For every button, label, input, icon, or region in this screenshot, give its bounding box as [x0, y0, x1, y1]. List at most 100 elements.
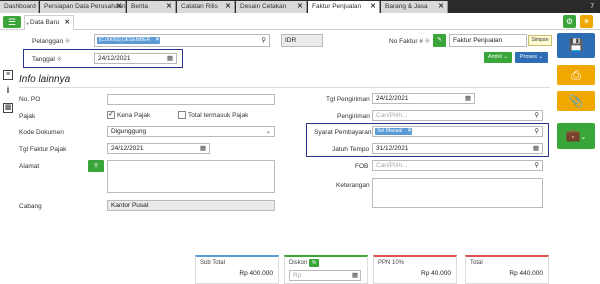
kode-dokumen-select[interactable]: Digunggung ⌄ — [107, 126, 275, 137]
nofaktur-label: No Faktur # ※ — [389, 38, 431, 45]
pengiriman-field[interactable]: Cari/Pilih... ⚲ — [372, 110, 543, 121]
calendar-icon[interactable]: ▦ — [167, 54, 173, 63]
section-title: Info lainnya — [19, 74, 71, 85]
kena-pajak-checkbox[interactable]: ✓ — [107, 111, 115, 119]
close-icon[interactable]: ✕ — [225, 1, 231, 13]
alamat-map-button[interactable]: ⚲ — [88, 160, 104, 172]
nopo-label: No. PO — [19, 96, 41, 103]
total-label: Total — [470, 260, 483, 266]
remove-chip-icon[interactable]: × — [156, 37, 160, 44]
tab-label: Faktur Penjualan — [312, 3, 362, 10]
chevron-down-icon: ⌄ — [503, 54, 508, 60]
syarat-pembayaran-label: Syarat Pembayaran — [314, 129, 372, 136]
fob-field[interactable]: Cari/Pilih... ⚲ — [372, 160, 543, 171]
tab-barang-jasa[interactable]: Barang & Jasa ✕ — [381, 1, 448, 13]
document-icon[interactable]: ▩ — [3, 103, 13, 113]
search-icon[interactable]: ⚲ — [534, 111, 539, 120]
ambil-button[interactable]: Ambil ⌄ — [484, 52, 512, 63]
pelanggan-chip: [C.00001] DESEMBER × — [97, 37, 161, 44]
tab-label: Catatan Rilis — [181, 3, 218, 10]
chevron-down-icon: ⌄ — [265, 128, 271, 135]
pencil-icon: ✎ — [437, 37, 442, 43]
diskon-percent-toggle[interactable]: % — [309, 259, 319, 267]
tgl-pengiriman-field[interactable]: 24/12/2021 ▦ — [372, 93, 475, 104]
ppn-label: PPN 10% — [378, 260, 405, 266]
tab-label: Dashboard — [4, 3, 36, 10]
tab-label: Barang & Jasa — [385, 3, 428, 10]
close-icon[interactable]: ✕ — [166, 1, 172, 13]
cabang-label: Cabang — [19, 203, 42, 210]
attach-icon: 📎 — [568, 94, 584, 108]
ppn-box: PPN 10% Rp 40.000 — [373, 255, 457, 284]
keterangan-label: Keterangan — [336, 182, 370, 189]
ppn-value: Rp 40.000 — [421, 270, 451, 277]
list-icon[interactable]: ≡ — [3, 70, 13, 80]
search-icon[interactable]: ⚲ — [534, 161, 539, 170]
alamat-label: Alamat — [19, 163, 40, 170]
settings-button[interactable]: ⚙ — [563, 15, 576, 28]
tab-faktur-penjualan[interactable]: Faktur Penjualan ✕ — [308, 1, 380, 13]
syarat-chip: Set Manual × — [375, 128, 413, 135]
diskon-label: Diskon — [289, 260, 308, 266]
pelanggan-field[interactable]: [C.00001] DESEMBER × ⚲ — [94, 34, 270, 47]
info-icon[interactable]: i — [3, 86, 13, 96]
search-icon[interactable]: ⚲ — [534, 127, 539, 136]
proses-button[interactable]: Proses ⌄ — [515, 52, 548, 63]
save-icon: 💾 — [568, 38, 584, 52]
tab-persiapan-data[interactable]: Persiapan Data Perusahaan ✕ — [40, 1, 126, 13]
dirty-indicator-icon: ● — [26, 21, 30, 27]
calendar-icon[interactable]: ▦ — [533, 144, 539, 153]
remove-chip-icon[interactable]: × — [408, 128, 412, 135]
attach-button[interactable]: 📎 — [557, 91, 595, 111]
tgl-faktur-pajak-field[interactable]: 24/12/2021 ▦ — [107, 143, 210, 154]
nopo-field[interactable] — [107, 94, 275, 105]
search-icon[interactable]: ⚲ — [261, 36, 266, 45]
tab-label: Desain Cetakan — [240, 3, 287, 10]
close-icon[interactable]: ✕ — [65, 16, 70, 30]
syarat-pembayaran-field[interactable]: Set Manual × ⚲ — [372, 126, 543, 137]
tanggal-label: Tanggal ※ — [32, 56, 63, 63]
close-icon[interactable]: ✕ — [370, 1, 376, 13]
bulb-icon: ☀ — [582, 17, 591, 26]
subtab-label: Data Baru — [30, 19, 60, 26]
edit-nofaktur-button[interactable]: ✎ — [433, 34, 446, 47]
close-icon[interactable]: ✕ — [297, 1, 303, 13]
chevron-down-icon: ⌄ — [538, 54, 544, 60]
tanggal-field[interactable]: 24/12/2021 ▦ — [94, 53, 177, 64]
calendar-icon[interactable]: ▦ — [465, 94, 471, 103]
tab-catatan-rilis[interactable]: Catatan Rilis ✕ — [177, 1, 235, 13]
tab-desain-cetakan[interactable]: Desain Cetakan ✕ — [236, 1, 307, 13]
diskon-box: Diskon % Rp ▦ — [284, 255, 368, 284]
print-button[interactable]: ⎙ — [557, 65, 595, 85]
save-button[interactable]: 💾 — [557, 33, 595, 58]
tab-berita[interactable]: Berita ✕ — [127, 1, 176, 13]
total-pajak-checkbox[interactable] — [178, 111, 186, 119]
pengiriman-label: Pengiriman — [337, 113, 370, 120]
diskon-input[interactable]: Rp ▦ — [289, 270, 361, 281]
pajak-label: Pajak — [19, 113, 36, 120]
calculator-icon[interactable]: ▦ — [352, 271, 358, 280]
tab-label: Berita — [131, 3, 148, 10]
jatuh-tempo-field[interactable]: 31/12/2021 ▦ — [372, 143, 543, 154]
gear-icon: ⚙ — [565, 17, 574, 26]
subtotal-value: Rp 400.000 — [239, 270, 273, 277]
total-pajak-label: Total termasuk Pajak — [188, 112, 249, 119]
calendar-icon[interactable]: ▦ — [200, 144, 206, 153]
subtotal-box: Sub Total Rp 400.000 — [195, 255, 279, 284]
menu-button[interactable]: ☰ — [3, 16, 21, 28]
document-tab-bar — [0, 13, 600, 30]
tab-dashboard[interactable]: Dashboard — [0, 1, 39, 13]
keterangan-textarea[interactable] — [372, 178, 543, 208]
nofaktur-field[interactable]: Faktur Penjualan — [449, 34, 527, 47]
alamat-textarea[interactable] — [107, 160, 275, 193]
subtab-data-baru[interactable]: ● Data Baru ✕ — [24, 15, 74, 30]
pelanggan-label: Pelanggan ※ — [32, 38, 71, 45]
close-icon[interactable]: ✕ — [116, 1, 122, 13]
more-actions-button[interactable]: 💼⌄ — [557, 123, 595, 149]
divider — [19, 87, 550, 88]
close-icon[interactable]: ✕ — [438, 1, 444, 13]
chevron-down-icon: ⌄ — [580, 134, 587, 141]
tips-button[interactable]: ☀ — [580, 15, 593, 28]
tgl-faktur-pajak-label: Tgl Faktur Pajak — [19, 146, 67, 153]
currency-field: IDR — [281, 34, 323, 47]
